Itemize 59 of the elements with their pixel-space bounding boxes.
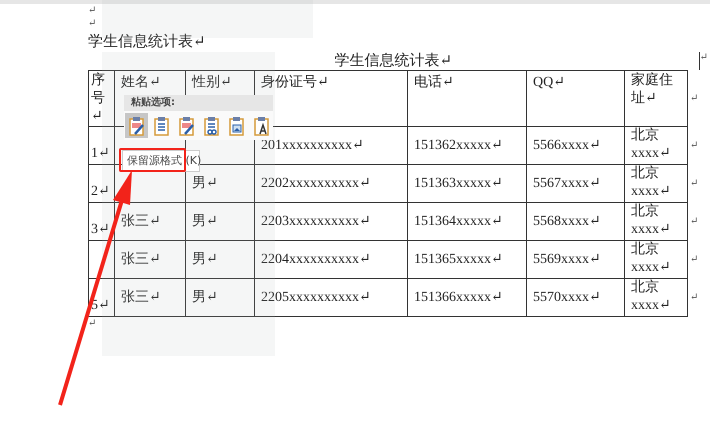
column-header: 性别↵ [192, 75, 232, 90]
document-heading: 学生信息统计表↵ [88, 32, 207, 52]
table-cell: 151364xxxxx↵ [414, 214, 503, 228]
column-header: 序号↵ [91, 73, 105, 124]
table-cell: 2↵ [91, 184, 110, 199]
tooltip: 保留源格式 (K) [122, 150, 200, 172]
paragraph-mark: ↵ [88, 317, 98, 330]
table-cell: 北京 xxxx↵ [631, 204, 671, 237]
highlight-box [119, 148, 186, 172]
clipboard-icon [154, 116, 170, 136]
table-cell: 北京 xxxx↵ [631, 242, 671, 275]
table-cell: 5566xxxx↵ [533, 138, 601, 152]
table-cell: 2204xxxxxxxxxx↵ [261, 252, 371, 266]
paragraph-mark: ↵ [700, 52, 708, 65]
clipboard-icon [254, 116, 270, 136]
clipboard-icon [204, 116, 220, 136]
column-header: 电话↵ [414, 75, 454, 90]
table-cell: 2205xxxxxxxxxx↵ [261, 290, 371, 304]
table-cell: 5570xxxx↵ [533, 290, 601, 304]
table-cell: 5569xxxx↵ [533, 252, 601, 266]
paragraph-mark: ↵ [690, 93, 698, 104]
table-cell: 2202xxxxxxxxxx↵ [261, 176, 371, 190]
table-cell: 3↵ [91, 222, 110, 237]
table-cell: 北京 xxxx↵ [631, 280, 671, 313]
table-cell: 151366xxxxx↵ [414, 290, 503, 304]
table-cell: 张三↵ [121, 252, 161, 266]
paragraph-mark: ↵ [690, 140, 698, 151]
paste-option-button[interactable] [125, 113, 148, 138]
clipboard-icon [228, 116, 244, 136]
table-caption: 学生信息统计表↵ [88, 52, 700, 70]
paragraph-mark: ↵ [690, 178, 698, 189]
table-cell: 5567xxxx↵ [533, 176, 601, 190]
table-cell: 151365xxxxx↵ [414, 252, 503, 266]
table-cell: 北京 xxxx↵ [631, 166, 671, 199]
table-cell: 2203xxxxxxxxxx↵ [261, 214, 371, 228]
table-cell: 北京 xxxx↵ [631, 128, 671, 161]
table-cell: 5568xxxx↵ [533, 214, 601, 228]
column-header: 姓名↵ [121, 75, 161, 90]
paragraph-mark: ↵ [88, 17, 98, 30]
table-cell: 男↵ [192, 176, 218, 190]
column-header: 家庭住址↵ [631, 73, 673, 106]
table-cell: 201xxxxxxxxxx↵ [261, 138, 364, 152]
table-cell: 男↵ [192, 290, 218, 304]
table-cell: 151362xxxxx↵ [414, 138, 503, 152]
paragraph-mark: ↵ [690, 292, 698, 303]
column-header: 身份证号↵ [261, 75, 329, 90]
table-cell: 1↵ [91, 146, 110, 161]
clipboard-icon [128, 116, 144, 136]
table-cell: 男↵ [192, 214, 218, 228]
paragraph-mark: ↵ [690, 216, 698, 227]
clipboard-icon [178, 116, 194, 136]
table-cell: 张三↵ [121, 290, 161, 304]
table-cell: 男↵ [192, 252, 218, 266]
column-header: QQ↵ [533, 75, 565, 90]
table-cell: 张三↵ [121, 214, 161, 228]
panel-title: 粘贴选项: [124, 95, 273, 111]
paragraph-mark: ↵ [88, 4, 98, 17]
paragraph-mark: ↵ [690, 254, 698, 265]
table-cell: 151363xxxxx↵ [414, 176, 503, 190]
